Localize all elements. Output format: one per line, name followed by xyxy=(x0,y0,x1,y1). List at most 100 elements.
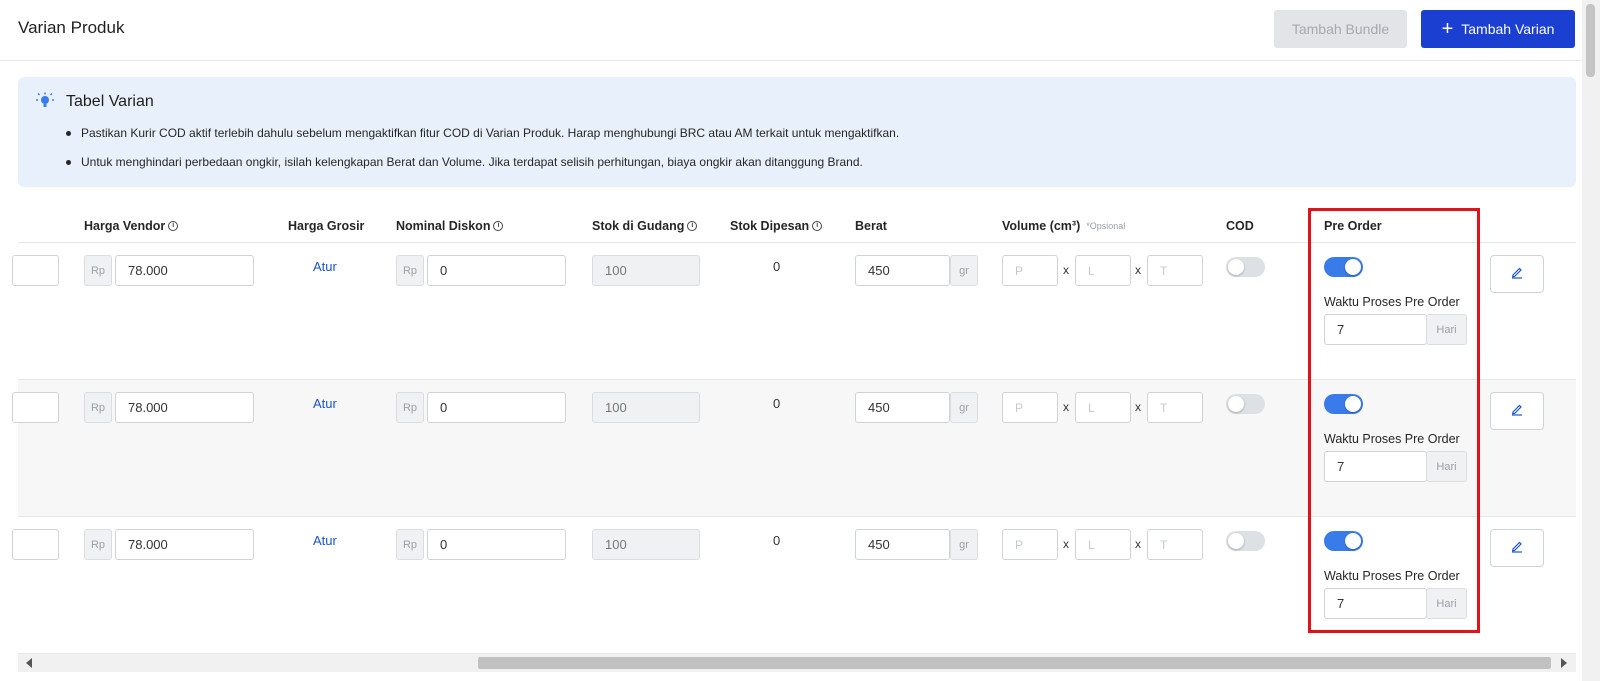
pencil-icon xyxy=(1510,402,1524,421)
page-header: Varian Produk Tambah Bundle + Tambah Var… xyxy=(0,0,1600,61)
edit-row-button[interactable] xyxy=(1490,392,1544,430)
col-volume-label: Volume (cm³) xyxy=(1002,219,1081,233)
stok-gudang-field: 100 xyxy=(592,529,700,560)
atur-link[interactable]: Atur xyxy=(313,259,337,274)
currency-prefix: Rp xyxy=(84,392,112,423)
edit-row-button[interactable] xyxy=(1490,255,1544,293)
pencil-icon xyxy=(1510,539,1524,558)
col-berat: Berat xyxy=(855,219,887,233)
nominal-diskon-input[interactable]: 0 xyxy=(427,529,566,560)
multiply-sign: x xyxy=(1063,263,1069,277)
volume-t-placeholder: T xyxy=(1160,537,1168,552)
cod-toggle[interactable] xyxy=(1226,394,1265,414)
weight-suffix: gr xyxy=(950,255,978,286)
col-stok-dipesan: Stok Dipesan i xyxy=(730,219,823,233)
variant-name-input[interactable] xyxy=(12,392,59,423)
stok-gudang-field: 100 xyxy=(592,392,700,423)
nominal-diskon-input[interactable]: 0 xyxy=(427,392,566,423)
vertical-scrollbar[interactable] xyxy=(1582,0,1600,681)
edit-row-button[interactable] xyxy=(1490,529,1544,567)
add-variant-label: Tambah Varian xyxy=(1461,21,1555,37)
volume-p-input[interactable]: P xyxy=(1002,392,1058,423)
multiply-sign: x xyxy=(1135,263,1141,277)
col-cod: COD xyxy=(1226,219,1254,233)
currency-prefix: Rp xyxy=(84,255,112,286)
berat-input[interactable]: 450 xyxy=(855,529,950,560)
volume-p-placeholder: P xyxy=(1015,537,1024,552)
volume-l-input[interactable]: L xyxy=(1075,392,1131,423)
berat-input[interactable]: 450 xyxy=(855,392,950,423)
volume-t-placeholder: T xyxy=(1160,400,1168,415)
atur-link[interactable]: Atur xyxy=(313,533,337,548)
col-stok-dipesan-label: Stok Dipesan xyxy=(730,219,810,233)
volume-t-input[interactable]: T xyxy=(1147,529,1203,560)
volume-p-placeholder: P xyxy=(1015,400,1024,415)
volume-p-input[interactable]: P xyxy=(1002,255,1058,286)
add-variant-button[interactable]: + Tambah Varian xyxy=(1421,10,1575,48)
lightbulb-icon xyxy=(36,92,54,107)
info-circle-icon[interactable]: i xyxy=(687,221,698,231)
info-circle-icon[interactable]: i xyxy=(493,221,504,231)
cod-toggle[interactable] xyxy=(1226,531,1265,551)
harga-vendor-input[interactable]: 78.000 xyxy=(115,255,254,286)
col-harga-vendor-label: Harga Vendor xyxy=(84,219,166,233)
volume-p-input[interactable]: P xyxy=(1002,529,1058,560)
multiply-sign: x xyxy=(1063,537,1069,551)
scroll-right-icon[interactable] xyxy=(1561,658,1567,668)
col-nominal-diskon-label: Nominal Diskon xyxy=(396,219,491,233)
cod-toggle-knob xyxy=(1228,259,1244,275)
pre-order-highlight xyxy=(1308,208,1480,633)
scroll-left-icon[interactable] xyxy=(26,658,32,668)
cod-toggle-knob xyxy=(1228,533,1244,549)
multiply-sign: x xyxy=(1063,400,1069,414)
variant-name-input[interactable] xyxy=(12,255,59,286)
col-harga-grosir-label: Harga Grosir xyxy=(288,219,365,233)
berat-input[interactable]: 450 xyxy=(855,255,950,286)
horizontal-scrollbar-thumb[interactable] xyxy=(478,657,1551,669)
weight-suffix: gr xyxy=(950,529,978,560)
currency-prefix: Rp xyxy=(84,529,112,560)
weight-suffix: gr xyxy=(950,392,978,423)
harga-vendor-input[interactable]: 78.000 xyxy=(115,529,254,560)
info-circle-icon[interactable]: i xyxy=(812,221,823,231)
volume-t-placeholder: T xyxy=(1160,263,1168,278)
info-circle-icon[interactable]: i xyxy=(168,221,179,231)
volume-t-input[interactable]: T xyxy=(1147,255,1203,286)
stok-dipesan-value: 0 xyxy=(773,259,781,274)
currency-prefix: Rp xyxy=(396,392,424,423)
col-stok-gudang: Stok di Gudang i xyxy=(592,219,698,233)
currency-prefix: Rp xyxy=(396,255,424,286)
col-harga-vendor: Harga Vendor i xyxy=(84,219,179,233)
info-item: Untuk menghindari perbedaan ongkir, isil… xyxy=(66,153,899,182)
volume-l-placeholder: L xyxy=(1088,537,1095,552)
volume-t-input[interactable]: T xyxy=(1147,392,1203,423)
volume-l-placeholder: L xyxy=(1088,263,1095,278)
info-item: Pastikan Kurir COD aktif terlebih dahulu… xyxy=(66,124,899,153)
volume-l-input[interactable]: L xyxy=(1075,529,1131,560)
vertical-scrollbar-thumb[interactable] xyxy=(1586,4,1595,77)
pencil-icon xyxy=(1510,265,1524,284)
col-berat-label: Berat xyxy=(855,219,887,233)
multiply-sign: x xyxy=(1135,537,1141,551)
stok-dipesan-value: 0 xyxy=(773,396,781,411)
cod-toggle[interactable] xyxy=(1226,257,1265,277)
stok-gudang-field: 100 xyxy=(592,255,700,286)
col-stok-gudang-label: Stok di Gudang xyxy=(592,219,685,233)
col-cod-label: COD xyxy=(1226,219,1254,233)
multiply-sign: x xyxy=(1135,400,1141,414)
add-bundle-button[interactable]: Tambah Bundle xyxy=(1274,10,1407,48)
nominal-diskon-input[interactable]: 0 xyxy=(427,255,566,286)
col-harga-grosir: Harga Grosir xyxy=(288,219,364,233)
currency-prefix: Rp xyxy=(396,529,424,560)
stok-dipesan-value: 0 xyxy=(773,533,781,548)
plus-icon: + xyxy=(1441,18,1454,40)
volume-l-input[interactable]: L xyxy=(1075,255,1131,286)
atur-link[interactable]: Atur xyxy=(313,396,337,411)
page-title: Varian Produk xyxy=(18,18,125,37)
volume-p-placeholder: P xyxy=(1015,263,1024,278)
harga-vendor-input[interactable]: 78.000 xyxy=(115,392,254,423)
col-nominal-diskon: Nominal Diskon i xyxy=(396,219,504,233)
variant-name-input[interactable] xyxy=(12,529,59,560)
col-volume: Volume (cm³) *Opsional xyxy=(1002,219,1125,233)
info-list: Pastikan Kurir COD aktif terlebih dahulu… xyxy=(66,124,899,182)
